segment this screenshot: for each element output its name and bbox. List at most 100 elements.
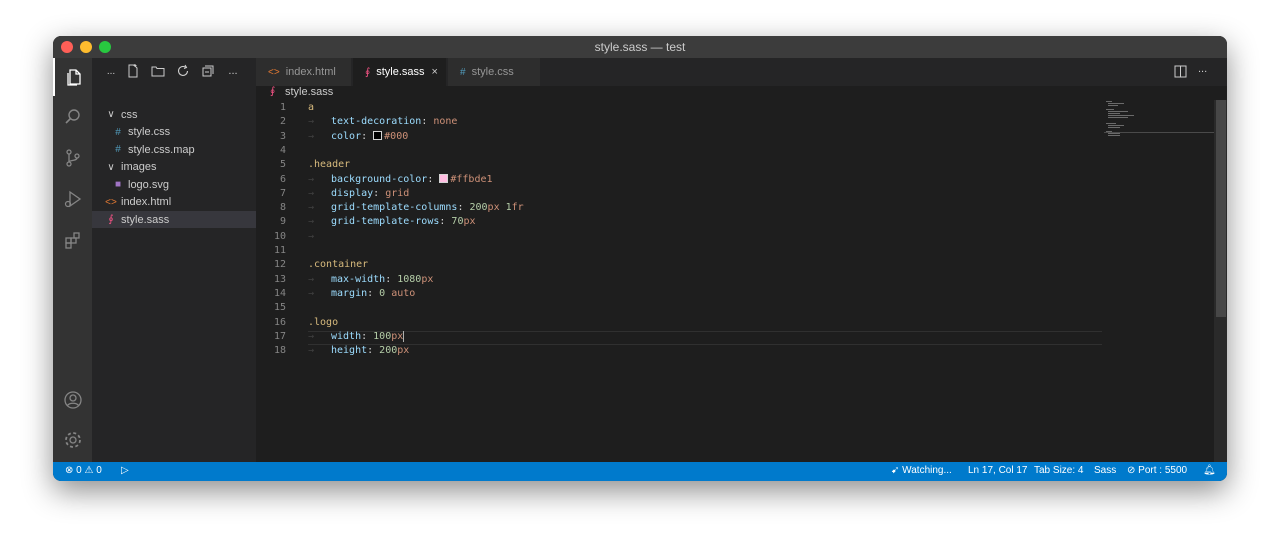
css-file-icon: # (115, 126, 121, 138)
notifications-bell-icon[interactable]: 🔔︎ (1203, 465, 1216, 476)
code-token: : (367, 287, 380, 299)
warning-icon: ⚠ (84, 465, 94, 476)
code-content: color: #000 (331, 130, 408, 144)
code-line: 17 → width: 100px (256, 330, 1116, 344)
tab-label: style.css (471, 66, 514, 78)
search-icon[interactable] (53, 98, 92, 136)
tab-label: index.html (285, 66, 336, 78)
code-editor[interactable]: 1 a 2 → text-decoration: none 3 → color: #000 4 5… (256, 100, 1227, 462)
tree-item-label: style.sass (121, 213, 170, 226)
tab-index-html[interactable]: <> index.html (256, 58, 352, 86)
code-token: margin (331, 287, 368, 299)
tree-folder-css[interactable]: ∨ css (92, 106, 256, 123)
code-token: : (421, 116, 434, 128)
code-content: width: 100px (331, 330, 405, 344)
tab-size[interactable]: Tab Size: 4 (1034, 465, 1083, 476)
svg-file-icon: ■ (114, 179, 122, 190)
tab-style-css[interactable]: # style.css (448, 58, 541, 86)
tab-close-icon[interactable]: × (432, 66, 438, 78)
sass-watch-status[interactable]: ➹ Watching... (891, 465, 952, 476)
code-content: max-width: 1080px (331, 273, 433, 287)
tree-folder-images[interactable]: ∨ images (92, 159, 256, 176)
run-debug-icon[interactable] (53, 180, 92, 218)
tree-file-style-css-map[interactable]: # style.css.map (92, 141, 256, 158)
collapse-all-icon[interactable] (199, 62, 217, 80)
refresh-icon[interactable] (174, 62, 192, 80)
tree-item-label: index.html (121, 196, 172, 208)
breadcrumb: ∮ style.sass (256, 86, 1227, 100)
code-token: fr (511, 202, 524, 214)
tree-item-label: images (121, 161, 157, 173)
tab-file-icon: <> (268, 66, 280, 78)
tab-style-sass[interactable]: ∮ style.sass × (353, 58, 447, 86)
settings-gear-icon[interactable] (53, 421, 92, 459)
more-actions-icon[interactable]: ... (224, 62, 242, 80)
code-content: display: grid (331, 187, 409, 201)
tree-file-index-html[interactable]: <> index.html (92, 194, 256, 211)
new-folder-icon[interactable] (149, 62, 167, 80)
rocket-icon: ➹ (891, 465, 900, 476)
minimap[interactable] (1104, 100, 1214, 140)
code-line: 15 (256, 301, 1116, 315)
editor-more-actions-icon[interactable]: ... (1198, 63, 1207, 75)
indent-guide: → (308, 330, 315, 342)
split-editor-icon[interactable] (1174, 65, 1187, 83)
tree-file-style-css[interactable]: # style.css (92, 124, 256, 141)
explorer-toolbar: ... ... (92, 58, 256, 84)
code-content: .header (308, 158, 350, 172)
tree-file-logo-svg[interactable]: ■ logo.svg (92, 176, 256, 193)
language-mode[interactable]: Sass (1094, 465, 1116, 476)
color-swatch[interactable] (373, 131, 383, 141)
line-number: 5 (279, 159, 286, 171)
code-content: grid-template-columns: 200px 1fr (331, 201, 524, 215)
run-icon[interactable]: ▷ (121, 465, 129, 476)
source-control-icon[interactable] (53, 139, 92, 177)
problems-indicator[interactable]: ⊗ 0 ⚠ 0 (65, 465, 102, 476)
code-content: height: 200px (331, 344, 409, 358)
indent-guide: → (308, 187, 315, 199)
indent-guide: → (308, 173, 315, 185)
window-title: style.sass — test (594, 40, 686, 54)
chevron-down-icon: ∨ (107, 161, 115, 173)
code-line: 3 → color: #000 (256, 130, 1116, 144)
indent-guide: → (308, 273, 315, 285)
code-line: 16 .logo (256, 316, 1116, 330)
extensions-icon[interactable] (53, 221, 92, 259)
code-line: 11 (256, 244, 1116, 258)
line-number: 16 (273, 316, 286, 328)
line-number: 6 (279, 173, 286, 185)
live-server-port[interactable]: ⊘ Port : 5500 (1127, 465, 1187, 476)
code-token: px (391, 330, 404, 342)
editor-scrollbar-thumb[interactable] (1216, 100, 1226, 317)
code-token: text-decoration (331, 116, 422, 128)
vscode-window: style.sass — test ... ... ∨ css # style.… (53, 36, 1227, 481)
line-number: 1 (279, 102, 286, 113)
code-content: text-decoration: none (331, 115, 457, 129)
line-number: 8 (279, 202, 286, 214)
cursor-position[interactable]: Ln 17, Col 17 (968, 465, 1028, 476)
code-line: 12 .container (256, 258, 1116, 272)
explorer-icon[interactable] (53, 58, 92, 96)
warning-count: 0 (96, 465, 102, 476)
code-token: .logo (308, 316, 339, 328)
status-bar: ⊗ 0 ⚠ 0 ▷ ➹ Watching... Ln 17, Col 17 Ta… (53, 462, 1227, 481)
line-number: 17 (273, 330, 286, 342)
tab-file-icon: # (460, 66, 466, 78)
color-swatch[interactable] (439, 174, 449, 183)
tree-file-style-sass[interactable]: ∮ style.sass (92, 211, 256, 228)
line-number: 3 (279, 130, 286, 142)
indent-guide: → (308, 116, 315, 128)
code-line: 2 → text-decoration: none (256, 115, 1116, 129)
sass-file-icon: ∮ (108, 214, 114, 225)
breadcrumb-file[interactable]: style.sass (285, 86, 333, 98)
css-file-icon: # (115, 144, 121, 155)
code-token: a (308, 102, 315, 113)
code-token: : (361, 130, 374, 142)
code-line: 6 → background-color: #ffbde1 (256, 173, 1116, 187)
new-file-icon[interactable] (124, 62, 142, 80)
explorer-sidebar: ... ... ∨ css # style.css # style.css.map ∨ ima… (92, 58, 256, 462)
code-line: 13 → max-width: 1080px (256, 273, 1116, 287)
account-icon[interactable] (53, 381, 92, 419)
explorer-title: ... (106, 65, 116, 77)
code-token: : (373, 187, 386, 199)
